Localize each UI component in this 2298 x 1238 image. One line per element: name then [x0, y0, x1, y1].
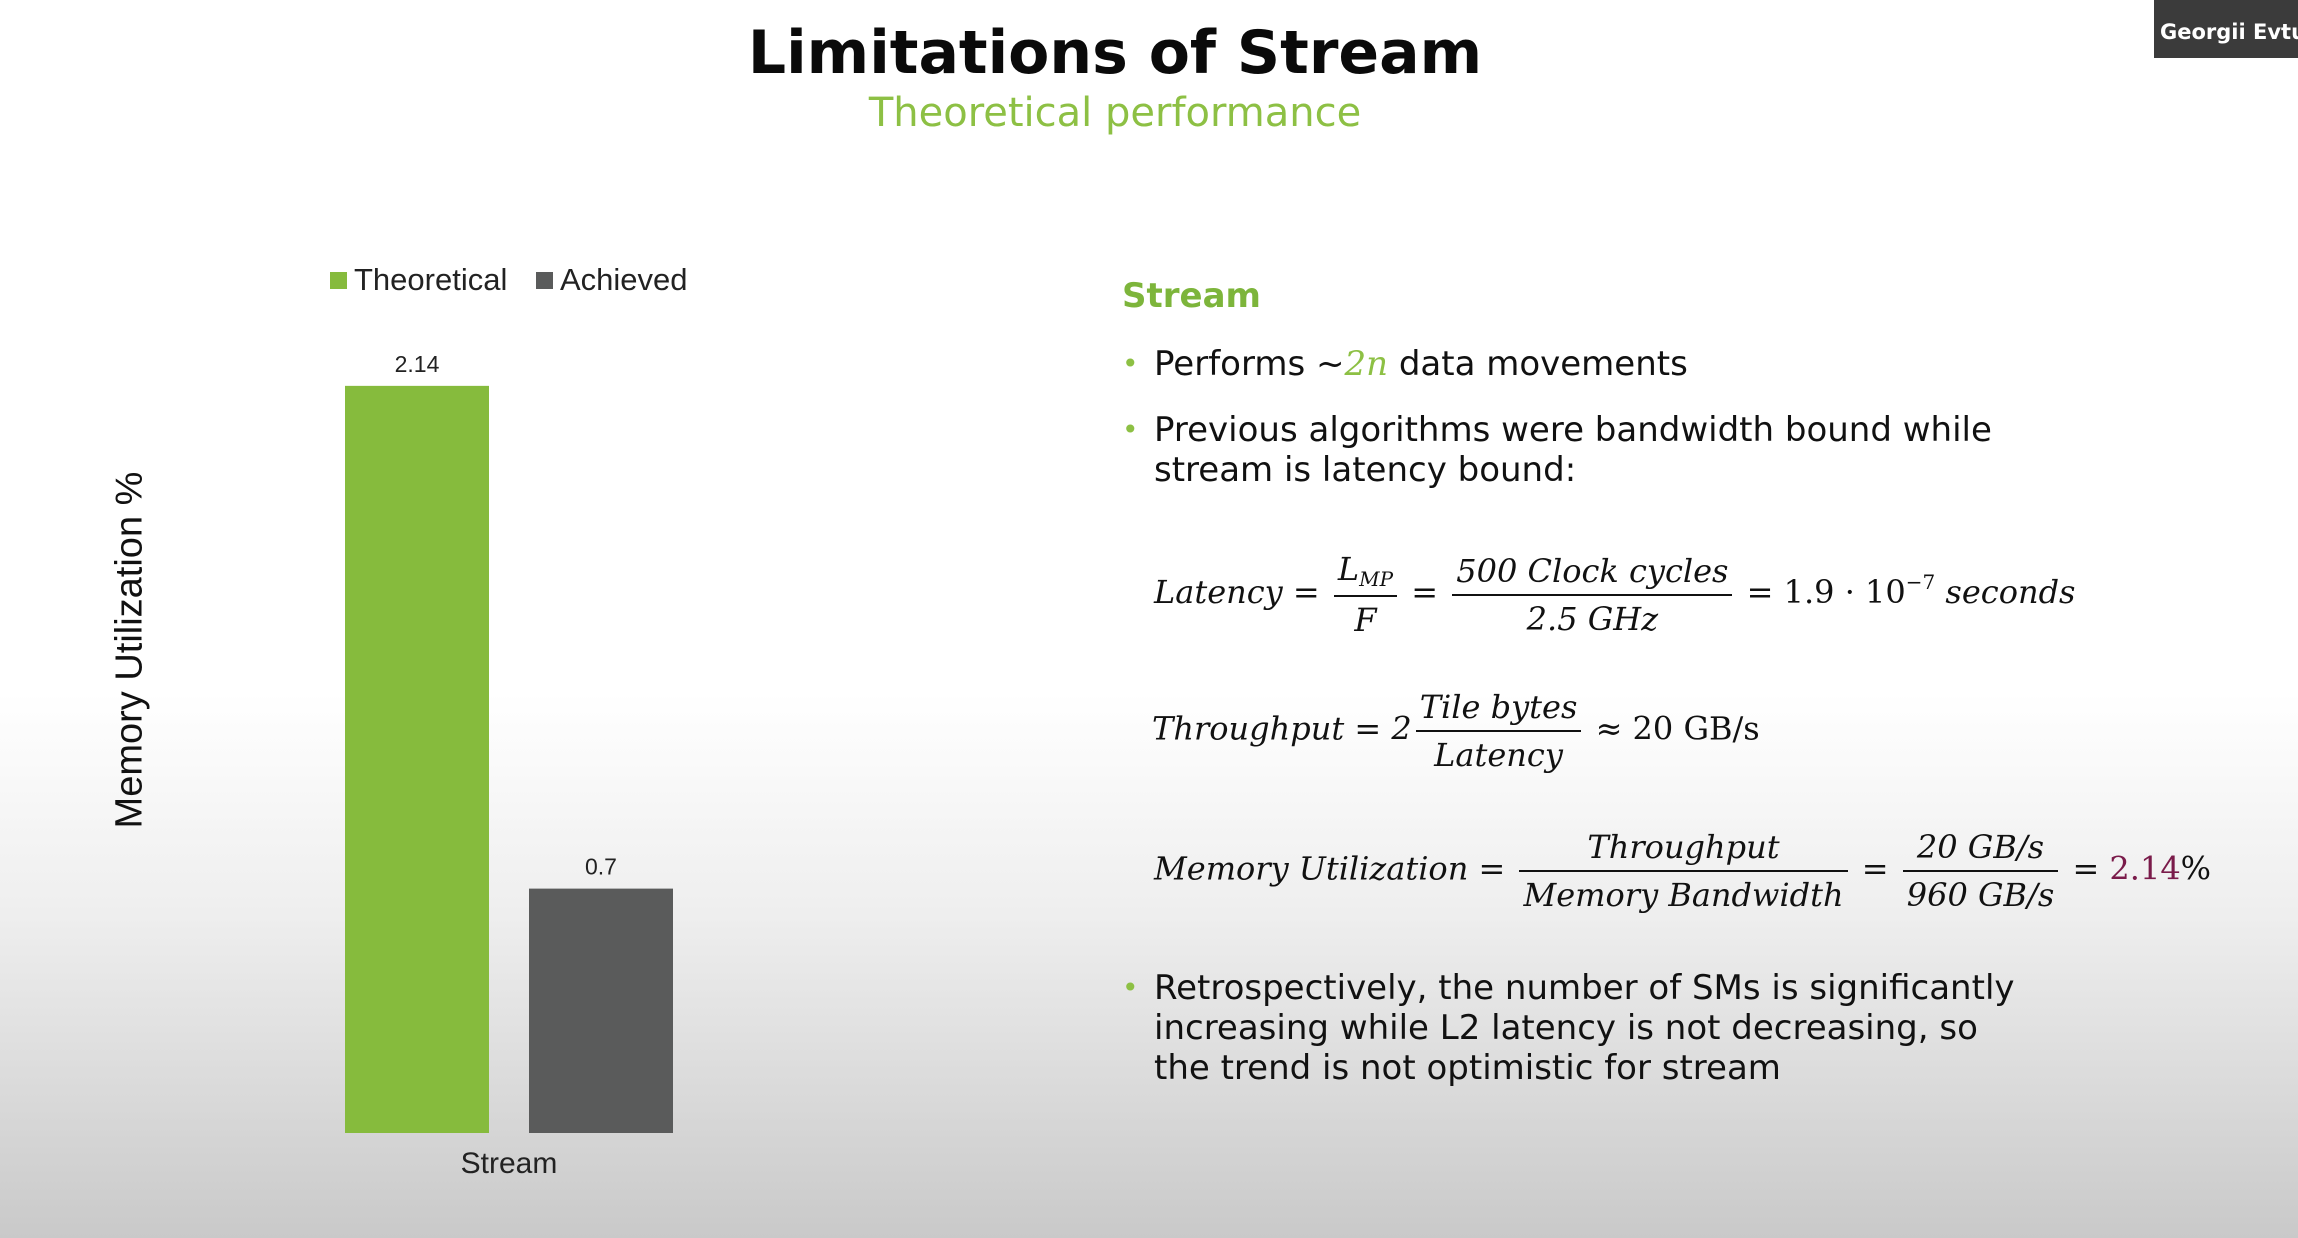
bar-theoretical — [345, 385, 489, 1134]
y-axis-label: Memory Utilization % — [108, 471, 151, 829]
bullet-retrospective: • Retrospectively, the number of SMs is s… — [1122, 968, 2015, 1088]
eq1-f1-den: F — [1354, 601, 1377, 639]
eq3-f1-den: Memory Bandwidth — [1523, 876, 1844, 914]
legend-swatch-achieved — [535, 272, 553, 289]
bullet1-post: data movements — [1388, 344, 1688, 384]
latency-equation: Latency = LMP F = 500 Clock cycles 2.5 GHz… — [1154, 550, 2075, 639]
eq1-f1-num-sub: MP — [1359, 567, 1394, 591]
eq1-rhs-unit: seconds — [1935, 573, 2076, 611]
bullet-latency-bound: • Previous algorithms were bandwidth boun… — [1122, 410, 1992, 490]
eq3-equals: = — [1861, 849, 1889, 888]
bullet3-line3: the trend is not optimistic for stream — [1154, 1048, 1781, 1088]
bullet-dot: • — [1122, 413, 1139, 446]
bullet2-line2: stream is latency bound: — [1154, 450, 1577, 490]
bullet3-line1: Retrospectively, the number of SMs is si… — [1154, 968, 2015, 1008]
bullet2-line1: Previous algorithms were bandwidth bound… — [1154, 410, 1992, 450]
bullet1-pre: Performs ~ — [1154, 344, 1345, 384]
x-tick-label: Stream — [461, 1147, 558, 1180]
eq3-f1-num: Throughput — [1519, 828, 1848, 872]
legend-item-achieved: Achieved — [535, 262, 688, 297]
data-label-theoretical: 2.14 — [395, 351, 440, 377]
chart-legend: Theoretical Achieved — [330, 262, 708, 298]
legend-item-theoretical: Theoretical — [330, 262, 507, 297]
eq3-fraction-throughput: Throughput Memory Bandwidth — [1519, 828, 1848, 914]
eq1-fraction-cycles: 500 Clock cycles 2.5 GHz — [1452, 552, 1733, 638]
eq1-f1-num: L — [1337, 550, 1360, 588]
eq2-den: Latency — [1434, 736, 1563, 774]
eq1-rhs: = 1.9 · 10 — [1746, 573, 1906, 611]
eq1-rhs-exp: −7 — [1905, 570, 1936, 594]
eq3-lhs: Memory Utilization = — [1154, 849, 1506, 888]
bullet-dot: • — [1122, 347, 1139, 380]
bullet1-accent: 2n — [1344, 344, 1389, 384]
eq3-f2-den: 960 GB/s — [1906, 876, 2055, 914]
eq1-f2-den: 2.5 GHz — [1526, 599, 1659, 638]
panel-heading: Stream — [1122, 276, 1261, 316]
eq1-lhs: Latency = — [1154, 573, 1320, 611]
memory-utilization-equation: Memory Utilization = Throughput Memory Ba… — [1154, 828, 2211, 914]
legend-label-achieved: Achieved — [559, 262, 688, 297]
eq3-rhs-equals: = — [2072, 849, 2100, 888]
participant-video-tile[interactable]: Georgii Evtusl — [2154, 0, 2298, 58]
legend-swatch-theoretical — [330, 272, 347, 289]
eq3-fraction-bandwidth: 20 GB/s 960 GB/s — [1902, 828, 2059, 914]
bullet-dot: • — [1122, 971, 1139, 1004]
bar-achieved — [529, 888, 673, 1133]
eq2-lhs: Throughput = 2 — [1152, 709, 1412, 748]
bullet-data-movements: • Performs ~2n data movements — [1122, 344, 1688, 384]
eq2-num: Tile bytes — [1415, 688, 1582, 732]
legend-label-theoretical: Theoretical — [354, 262, 508, 297]
throughput-equation: Throughput = 2 Tile bytes Latency ≈ 20 GB/… — [1152, 688, 1760, 774]
eq3-result-value: 2.14 — [2109, 849, 2181, 888]
eq1-f2-num: 500 Clock cycles — [1452, 552, 1733, 596]
participant-name: Georgii Evtusl — [2160, 20, 2298, 44]
bullet3-line2: increasing while L2 latency is not decre… — [1154, 1008, 1978, 1048]
eq2-rhs: ≈ 20 GB/s — [1595, 709, 1760, 748]
data-label-achieved: 0.7 — [585, 854, 617, 880]
eq3-f2-num: 20 GB/s — [1902, 828, 2059, 872]
eq2-fraction: Tile bytes Latency — [1415, 688, 1582, 774]
eq3-result-percent: % — [2180, 849, 2212, 888]
eq1-fraction-lmp-f: LMP F — [1333, 550, 1398, 639]
eq1-equals: = — [1411, 573, 1439, 611]
